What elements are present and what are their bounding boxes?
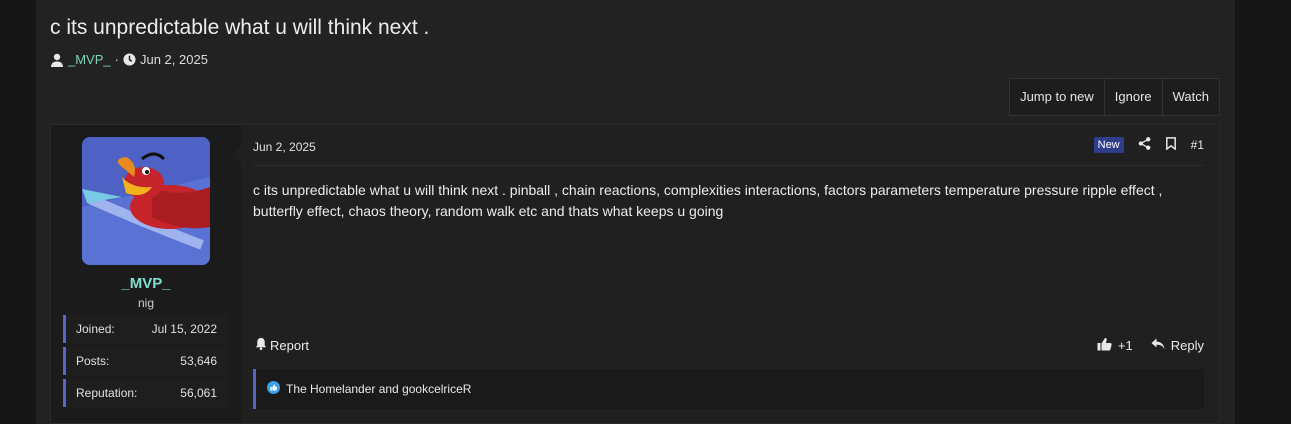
clock-icon — [123, 53, 136, 66]
post-body: c its unpredictable what u will think ne… — [253, 182, 1163, 219]
post-tools: New #1 — [1093, 137, 1204, 153]
stat-value[interactable]: 53,646 — [180, 354, 217, 368]
stat-label: Posts: — [76, 354, 110, 368]
stat-reputation: Reputation: 56,061 — [63, 379, 227, 407]
thread-title: c its unpredictable what u will think ne… — [50, 16, 430, 39]
report-label: Report — [270, 337, 310, 353]
share-icon[interactable] — [1138, 137, 1151, 153]
thread-meta: _MVP_ · Jun 2, 2025 — [50, 52, 208, 67]
stat-value: 56,061 — [180, 386, 217, 400]
post-actions: +1 Reply — [1097, 337, 1204, 354]
post-main-column: Jun 2, 2025 New #1 c its unpredictable w… — [233, 125, 1219, 423]
thread-author-link[interactable]: _MVP_ — [68, 52, 111, 67]
meta-separator: · — [114, 52, 119, 67]
reply-button[interactable]: Reply — [1151, 338, 1204, 353]
like-button[interactable]: +1 — [1097, 337, 1133, 354]
user-title: nig — [137, 296, 154, 310]
bell-icon — [255, 337, 267, 353]
stat-value: Jul 15, 2022 — [151, 322, 217, 336]
stat-joined: Joined: Jul 15, 2022 — [63, 315, 227, 343]
reply-icon — [1151, 338, 1165, 353]
post-header-divider — [253, 165, 1204, 166]
jump-to-new-button[interactable]: Jump to new — [1010, 79, 1104, 115]
stat-label: Reputation: — [76, 386, 138, 400]
post-arrow — [233, 147, 241, 163]
post: _MVP_ nig Joined: Jul 15, 2022 Posts: 53… — [50, 124, 1220, 424]
post-number-link[interactable]: #1 — [1191, 138, 1204, 152]
stat-posts: Posts: 53,646 — [63, 347, 227, 375]
post-date[interactable]: Jun 2, 2025 — [253, 140, 316, 154]
thread-action-buttons: Jump to new Ignore Watch — [1009, 78, 1220, 116]
user-icon — [50, 53, 64, 67]
bookmark-icon[interactable] — [1165, 137, 1177, 153]
report-button[interactable]: Report — [255, 337, 309, 353]
stat-label: Joined: — [76, 322, 115, 336]
like-count: +1 — [1117, 338, 1133, 353]
reactions-text[interactable]: The Homelander and gookcelriceR — [286, 382, 471, 396]
thread-date[interactable]: Jun 2, 2025 — [140, 52, 208, 67]
post-username[interactable]: _MVP_ — [51, 275, 241, 292]
new-badge: New — [1093, 137, 1124, 153]
ignore-button[interactable]: Ignore — [1103, 79, 1162, 115]
watch-button[interactable]: Watch — [1161, 79, 1219, 115]
thumbs-up-icon — [1097, 337, 1112, 354]
post-user-column: _MVP_ nig Joined: Jul 15, 2022 Posts: 53… — [51, 125, 241, 423]
avatar[interactable] — [82, 137, 210, 265]
reactions-bar[interactable]: The Homelander and gookcelriceR — [253, 369, 1204, 409]
like-reaction-icon — [267, 381, 280, 397]
thread-page: c its unpredictable what u will think ne… — [36, 0, 1235, 424]
reply-label: Reply — [1170, 338, 1204, 353]
